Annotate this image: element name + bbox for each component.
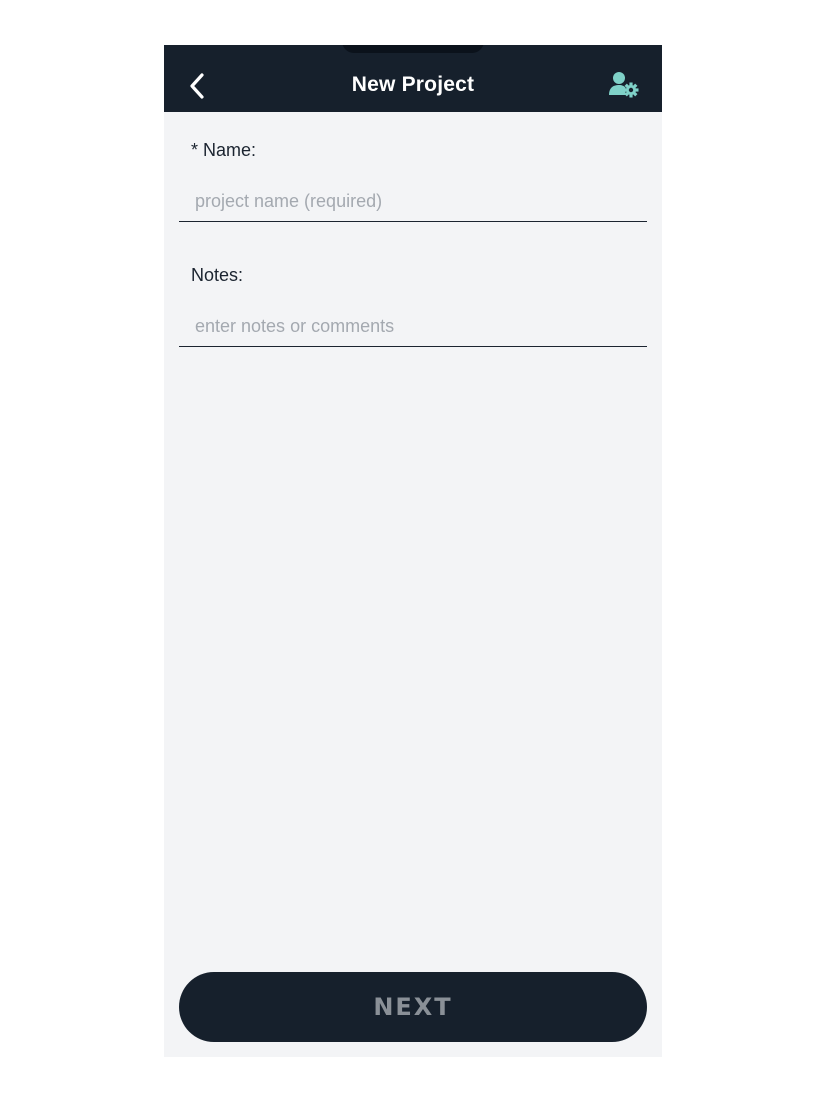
notes-input[interactable] xyxy=(179,307,647,347)
name-label: * Name: xyxy=(191,140,257,160)
notes-label: Notes: xyxy=(191,265,244,285)
page-title: New Project xyxy=(351,73,475,96)
project-name-input[interactable] xyxy=(179,182,647,222)
nav-header: New Project xyxy=(164,45,662,112)
user-settings-button[interactable] xyxy=(608,70,640,100)
device-notch xyxy=(342,45,484,53)
next-button[interactable]: NEXT xyxy=(179,972,647,1042)
user-settings-icon xyxy=(609,72,639,98)
app-screen: New Project * Name: Notes: NEXT xyxy=(164,45,662,1057)
